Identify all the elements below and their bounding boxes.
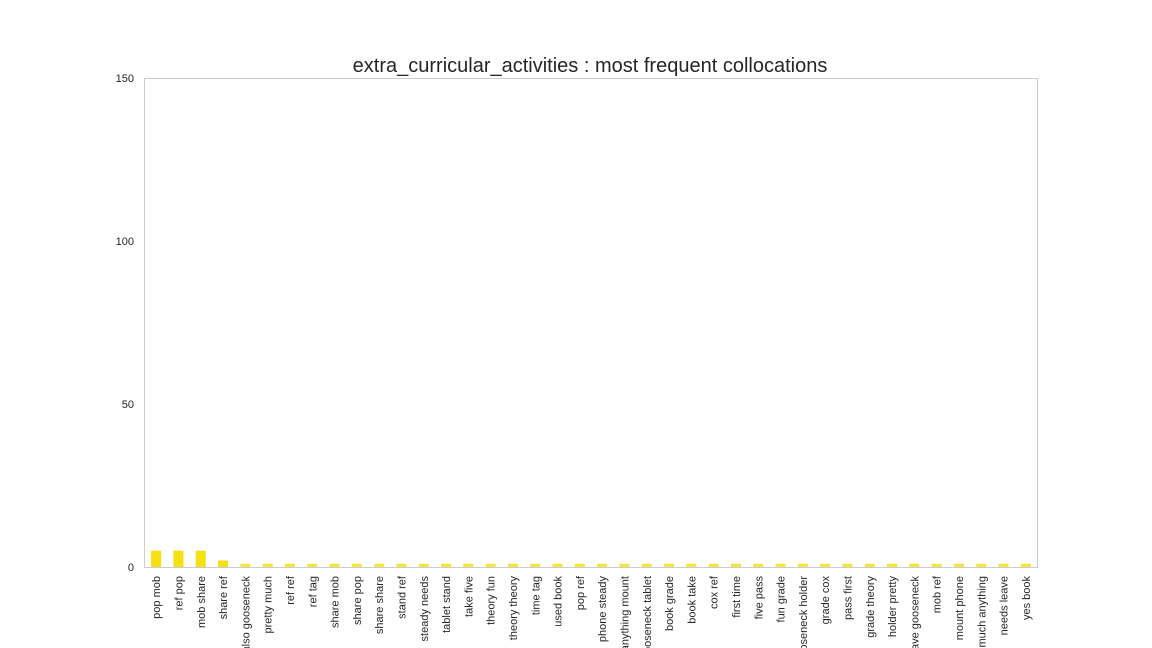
bar-much-anything <box>976 563 987 567</box>
bar-theory-fun <box>485 563 496 567</box>
bar-five-pass <box>753 563 764 567</box>
x-tick-label: pop ref <box>575 575 587 610</box>
bars-group <box>151 550 1031 567</box>
y-tick-label: 0 <box>128 562 134 574</box>
x-tick-label: gooseneck tablet <box>642 576 654 648</box>
x-tick-label: phone steady <box>597 576 609 643</box>
bar-mob-ref <box>931 563 942 567</box>
bar-ref-pop <box>173 550 184 567</box>
bar-share-pop <box>351 563 362 567</box>
bar-pop-ref <box>574 563 585 567</box>
x-tick-label: share mob <box>330 576 342 628</box>
x-tick-label: ref tag <box>307 576 319 607</box>
bar-pretty-much <box>262 563 273 567</box>
y-axis-ticks: 0 50 100 150 <box>116 73 134 574</box>
bar-share-ref <box>218 560 229 567</box>
bar-holder-pretty <box>887 563 898 567</box>
bar-tablet-stand <box>441 563 452 567</box>
x-tick-label: gooseneck holder <box>798 576 810 648</box>
bar-ref-tag <box>307 563 318 567</box>
bar-stand-ref <box>396 563 407 567</box>
x-tick-label: pretty much <box>263 576 275 633</box>
x-tick-label: five pass <box>753 576 765 620</box>
x-tick-label: theory theory <box>508 576 520 641</box>
x-tick-label: stand ref <box>396 575 408 619</box>
bar-theory-theory <box>507 563 518 567</box>
x-tick-label: mob share <box>196 576 208 628</box>
bar-first-time <box>730 563 741 567</box>
bar-fun-grade <box>775 563 786 567</box>
x-tick-label: fun grade <box>776 576 788 622</box>
bar-share-mob <box>329 563 340 567</box>
x-tick-label: time tag <box>530 576 542 615</box>
bar-share-share <box>374 563 385 567</box>
x-tick-label: first time <box>731 576 743 618</box>
x-tick-label: ref ref <box>285 575 297 605</box>
bar-phone-steady <box>597 563 608 567</box>
x-tick-label: needs leave <box>999 576 1011 635</box>
bar-leave-gooseneck <box>909 563 920 567</box>
bar-chart: extra_curricular_activities : most frequ… <box>116 55 1038 648</box>
bar-book-take <box>686 563 697 567</box>
bar-pop-mob <box>151 550 162 567</box>
bar-also-gooseneck <box>240 563 251 567</box>
x-tick-label: pop mob <box>151 576 163 619</box>
bar-gooseneck-tablet <box>641 563 652 567</box>
y-tick-label: 100 <box>116 236 134 248</box>
y-tick-label: 50 <box>122 399 134 411</box>
bar-mount-phone <box>953 563 964 567</box>
bar-book-grade <box>664 563 675 567</box>
bar-ref-ref <box>284 563 295 567</box>
x-axis-ticks: pop mob ref pop mob share share ref also goo… <box>151 575 1033 648</box>
x-tick-label: holder pretty <box>887 576 899 638</box>
x-tick-label: yes book <box>1021 576 1033 621</box>
x-tick-label: pass first <box>842 576 854 620</box>
bar-needs-leave <box>998 563 1009 567</box>
chart-title: extra_curricular_activities : most frequ… <box>353 55 828 77</box>
x-tick-label: take five <box>463 576 475 617</box>
bar-steady-needs <box>418 563 429 567</box>
x-tick-label: book take <box>686 576 698 624</box>
x-tick-label: mount phone <box>954 576 966 640</box>
bar-yes-book <box>1020 563 1031 567</box>
x-tick-label: share ref <box>218 575 230 619</box>
x-tick-label: steady needs <box>419 576 431 642</box>
x-tick-label: grade cox <box>820 576 832 625</box>
x-tick-label: mob ref <box>932 575 944 613</box>
bar-time-tag <box>530 563 541 567</box>
bar-gooseneck-holder <box>797 563 808 567</box>
plot-frame <box>144 78 1038 568</box>
x-tick-label: ref pop <box>173 576 185 610</box>
x-tick-label: used book <box>553 576 565 627</box>
x-tick-label: cox ref <box>709 575 721 609</box>
bar-cox-ref <box>708 563 719 567</box>
x-tick-label: anything mount <box>619 576 631 648</box>
bar-pass-first <box>842 563 853 567</box>
bar-grade-theory <box>864 563 875 567</box>
bar-grade-cox <box>820 563 831 567</box>
x-tick-label: much anything <box>976 576 988 648</box>
x-tick-label: grade theory <box>865 576 877 638</box>
x-tick-label: book grade <box>664 576 676 631</box>
x-tick-label: share share <box>374 576 386 634</box>
y-tick-label: 150 <box>116 73 134 85</box>
x-tick-label: also gooseneck <box>240 576 252 648</box>
bar-anything-mount <box>619 563 630 567</box>
bar-take-five <box>463 563 474 567</box>
bar-mob-share <box>195 550 206 567</box>
bar-used-book <box>552 563 563 567</box>
x-tick-label: leave gooseneck <box>909 576 921 648</box>
x-tick-label: share pop <box>352 576 364 625</box>
x-tick-label: tablet stand <box>441 576 453 633</box>
x-tick-label: theory fun <box>486 576 498 625</box>
